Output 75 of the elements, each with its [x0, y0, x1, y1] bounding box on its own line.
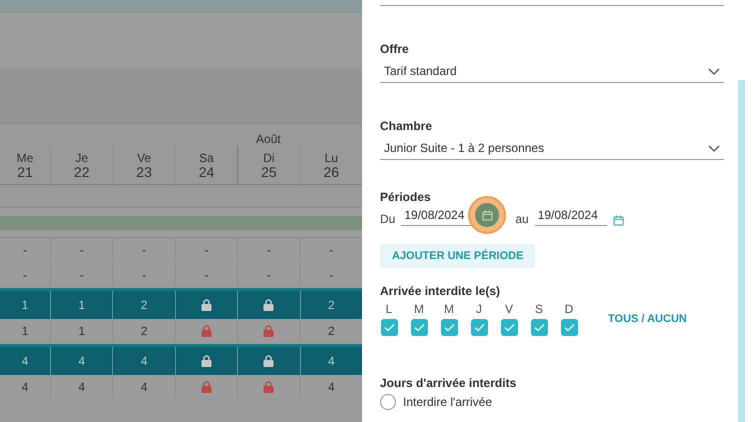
table-cell: - [266, 242, 271, 256]
check-icon [504, 323, 514, 332]
weekday-letter: V [504, 302, 513, 316]
checkbox[interactable] [470, 319, 488, 336]
table-cell: - [329, 242, 334, 256]
field-label: Offre [380, 42, 410, 56]
weekday-letter: M [414, 302, 424, 316]
month-label: Août [256, 132, 281, 146]
table-cell: - [142, 242, 146, 256]
calendar-icon[interactable] [612, 215, 624, 226]
select-field[interactable]: Junior Suite - 1 à 2 personnes [380, 137, 724, 160]
check-icon [384, 323, 394, 332]
table-cell: - [329, 268, 334, 282]
weekday-letter: M [444, 302, 454, 316]
check-icon [444, 323, 454, 332]
table-cell: - [204, 242, 208, 256]
table-cell: 4 [22, 380, 28, 394]
lock-icon [263, 324, 274, 336]
checkbox[interactable] [530, 319, 548, 336]
check-icon [474, 323, 484, 332]
to-label: au [515, 212, 529, 226]
table-cell: 4 [140, 380, 148, 394]
table-cell: 2 [140, 324, 148, 338]
table-cell: - [80, 242, 84, 256]
field-label: Chambre [380, 119, 434, 133]
table-cell: - [23, 242, 27, 256]
table-cell: 1 [22, 298, 28, 312]
lock-icon [200, 324, 212, 336]
weekday-letter: S [534, 302, 543, 316]
scrollbar[interactable] [738, 80, 745, 422]
table-cell: 2 [328, 324, 335, 338]
chevron-down-icon [708, 68, 720, 74]
checkbox[interactable] [440, 319, 458, 336]
table-cell: 1 [78, 324, 86, 338]
from-label: Du [380, 212, 396, 226]
weekday-letter: D [564, 302, 574, 316]
table-cell: 2 [328, 298, 335, 312]
lock-icon [200, 299, 212, 311]
table-cell: - [204, 268, 208, 282]
check-icon [414, 323, 424, 332]
table-cell: - [80, 268, 84, 282]
radio-label: Interdire l'arrivée [403, 395, 492, 409]
table-cell: 4 [140, 354, 148, 368]
field-label: Périodes [380, 190, 432, 204]
radio-button[interactable] [380, 394, 396, 410]
select-field[interactable]: Tarif standard [380, 60, 724, 83]
table-cell: - [142, 268, 146, 282]
table-cell: 1 [22, 324, 28, 338]
field-label: Jours d'arrivée interdits [380, 376, 518, 390]
check-icon [534, 323, 544, 332]
table-cell: - [23, 268, 27, 282]
table-cell: 4 [78, 380, 86, 394]
table-cell: 4 [78, 354, 86, 368]
date-field[interactable]: 19/08/2024 [534, 208, 607, 226]
lock-icon [200, 355, 212, 367]
checkbox[interactable] [500, 319, 518, 336]
table-cell: 2 [140, 298, 148, 312]
table-cell: 4 [22, 354, 28, 368]
lock-icon [200, 380, 212, 392]
table-cell: 4 [328, 354, 335, 368]
weekday-letter: L [386, 302, 392, 316]
table-cell: - [266, 268, 271, 282]
lock-icon [263, 355, 274, 367]
lock-icon [263, 299, 274, 311]
table-cell: 1 [78, 298, 86, 312]
checkbox[interactable] [560, 319, 578, 336]
chevron-down-icon [708, 144, 720, 152]
checkbox[interactable] [380, 319, 398, 336]
weekday-letter: J [476, 302, 482, 316]
table-cell: 4 [328, 380, 335, 394]
field-label: Arrivée interdite le(s) [380, 284, 502, 298]
checkbox[interactable] [410, 319, 428, 336]
check-icon [564, 323, 574, 332]
calendar-icon[interactable] [482, 210, 492, 220]
lock-icon [263, 380, 274, 392]
